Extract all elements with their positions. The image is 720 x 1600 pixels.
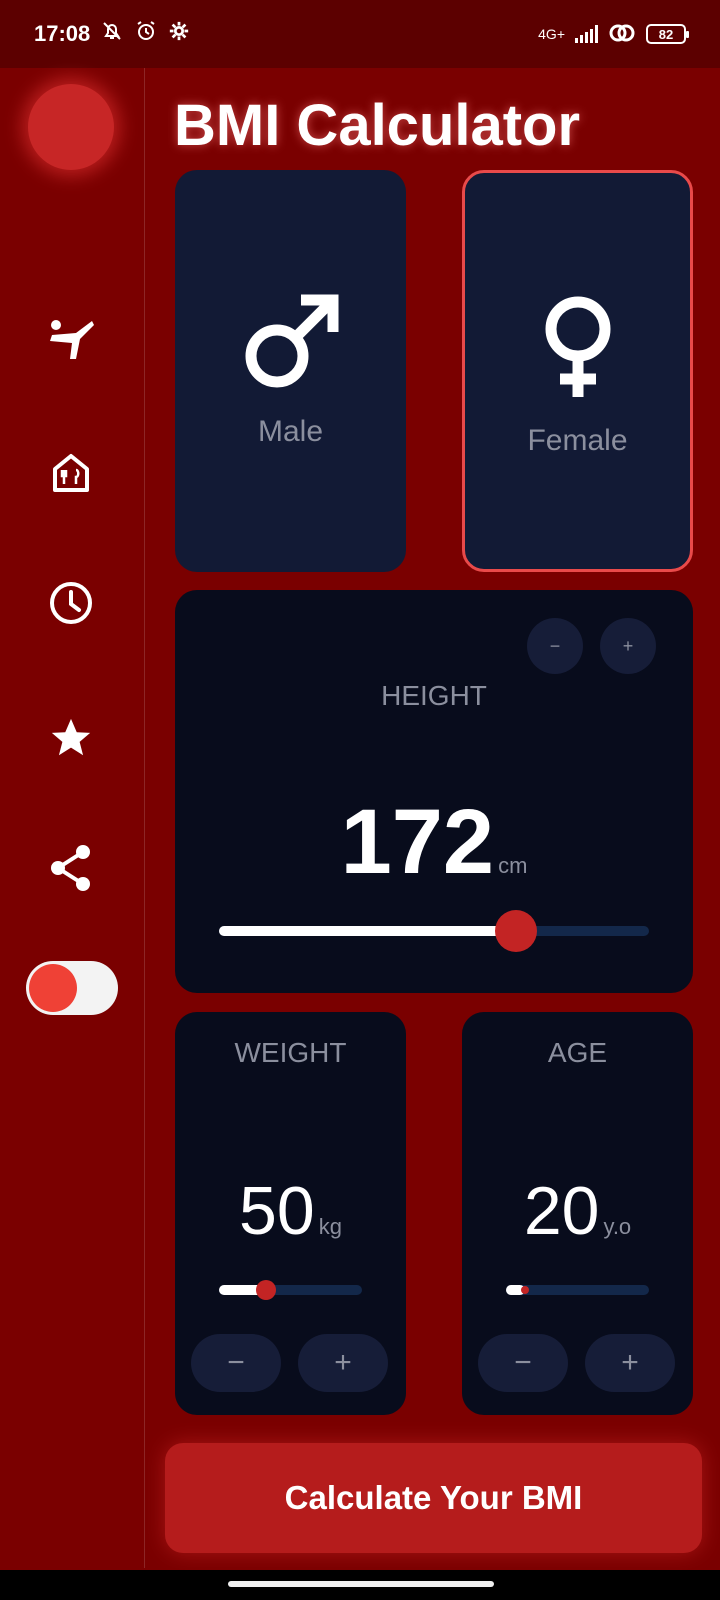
height-slider-fill xyxy=(219,926,516,936)
weight-card: WEIGHT 50 kg − + xyxy=(175,1012,406,1415)
bell-off-icon xyxy=(100,19,124,49)
status-bar: 17:08 4G+ 82 xyxy=(0,0,720,68)
battery-level: 82 xyxy=(658,26,674,42)
theme-toggle[interactable] xyxy=(26,961,118,1015)
height-increment-button[interactable]: + xyxy=(600,618,656,674)
link-icon xyxy=(608,22,636,47)
age-value-row: 20 y.o xyxy=(462,1172,693,1250)
height-card: − + HEIGHT 172 cm xyxy=(175,590,693,993)
gear-icon xyxy=(168,20,190,48)
age-card: AGE 20 y.o − + xyxy=(462,1012,693,1415)
sidebar xyxy=(0,68,145,1568)
weight-value: 50 xyxy=(239,1173,315,1249)
weight-label: WEIGHT xyxy=(234,1037,347,1068)
star-icon[interactable] xyxy=(46,713,96,763)
navigation-bar xyxy=(0,1570,720,1600)
network-type: 4G+ xyxy=(538,26,565,42)
male-label: Male xyxy=(257,415,324,448)
height-slider-thumb[interactable] xyxy=(494,910,537,952)
age-decrement-button[interactable]: − xyxy=(478,1334,568,1392)
age-increment-button[interactable]: + xyxy=(585,1334,675,1392)
battery-icon: 82 xyxy=(646,24,689,44)
share-icon[interactable] xyxy=(46,843,96,893)
avatar[interactable] xyxy=(28,84,114,170)
height-value: 172 xyxy=(340,791,495,893)
height-value-row: 172 cm xyxy=(175,790,693,895)
status-time: 17:08 xyxy=(34,21,91,46)
height-slider[interactable] xyxy=(219,910,649,952)
female-card[interactable]: Female xyxy=(462,170,693,572)
age-unit: y.o xyxy=(603,1214,632,1239)
age-slider[interactable] xyxy=(506,1285,649,1295)
weight-decrement-button[interactable]: − xyxy=(191,1334,281,1392)
male-card[interactable]: Male xyxy=(175,170,406,572)
alarm-icon xyxy=(134,19,158,49)
female-icon xyxy=(538,293,618,408)
page-title: BMI Calculator xyxy=(174,93,581,158)
male-icon xyxy=(239,290,343,399)
age-label: AGE xyxy=(547,1037,608,1068)
weight-value-row: 50 kg xyxy=(175,1172,406,1250)
age-slider-thumb[interactable] xyxy=(520,1286,529,1294)
clock-icon[interactable] xyxy=(46,578,96,628)
height-unit: cm xyxy=(498,853,528,878)
home-indicator[interactable] xyxy=(228,1581,494,1587)
weight-unit: kg xyxy=(318,1214,342,1239)
height-label: HEIGHT xyxy=(381,680,487,711)
weight-slider-thumb[interactable] xyxy=(256,1280,277,1300)
female-label: Female xyxy=(527,424,628,457)
weight-increment-button[interactable]: + xyxy=(298,1334,388,1392)
weight-slider[interactable] xyxy=(219,1280,362,1300)
toggle-knob[interactable] xyxy=(29,964,77,1012)
karate-icon[interactable] xyxy=(46,315,96,365)
height-decrement-button[interactable]: − xyxy=(527,618,583,674)
signal-icon xyxy=(575,25,598,43)
age-value: 20 xyxy=(523,1173,600,1249)
restaurant-icon[interactable] xyxy=(46,448,96,498)
calculate-bmi-button[interactable]: Calculate Your BMI xyxy=(165,1443,702,1553)
